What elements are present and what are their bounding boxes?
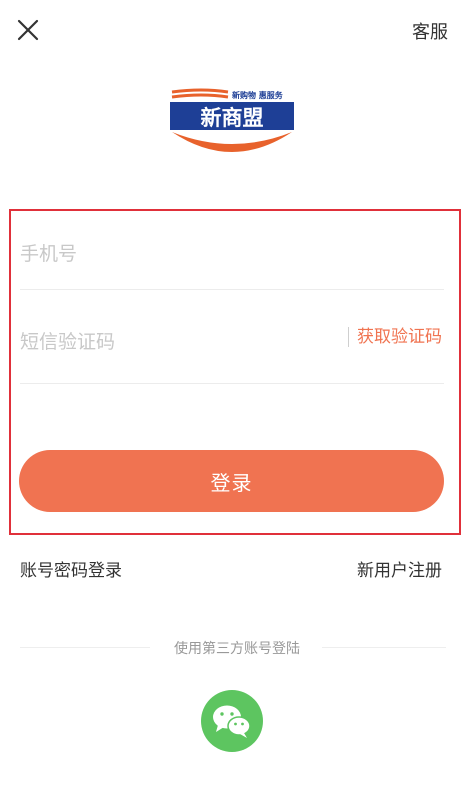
brand-logo: 新购物 惠服务 新商盟 <box>166 86 298 164</box>
phone-field-row <box>20 228 444 290</box>
get-code-button[interactable]: 获取验证码 <box>348 327 442 347</box>
close-button[interactable] <box>14 16 42 44</box>
third-party-login-label: 使用第三方账号登陆 <box>174 641 300 657</box>
customer-service-link[interactable]: 客服 <box>412 18 448 44</box>
wechat-icon <box>213 705 251 738</box>
svg-text:新购物 惠服务: 新购物 惠服务 <box>232 90 284 100</box>
sms-code-field-row: 获取验证码 <box>20 316 444 384</box>
register-link[interactable]: 新用户注册 <box>357 556 442 581</box>
wechat-login-button[interactable] <box>201 690 263 752</box>
login-button[interactable]: 登录 <box>19 450 444 512</box>
svg-text:新商盟: 新商盟 <box>201 106 264 130</box>
divider-right <box>322 647 446 648</box>
close-icon <box>17 19 39 41</box>
account-password-login-link[interactable]: 账号密码登录 <box>20 556 122 581</box>
sms-code-input[interactable] <box>20 316 330 368</box>
phone-input[interactable] <box>20 228 444 280</box>
